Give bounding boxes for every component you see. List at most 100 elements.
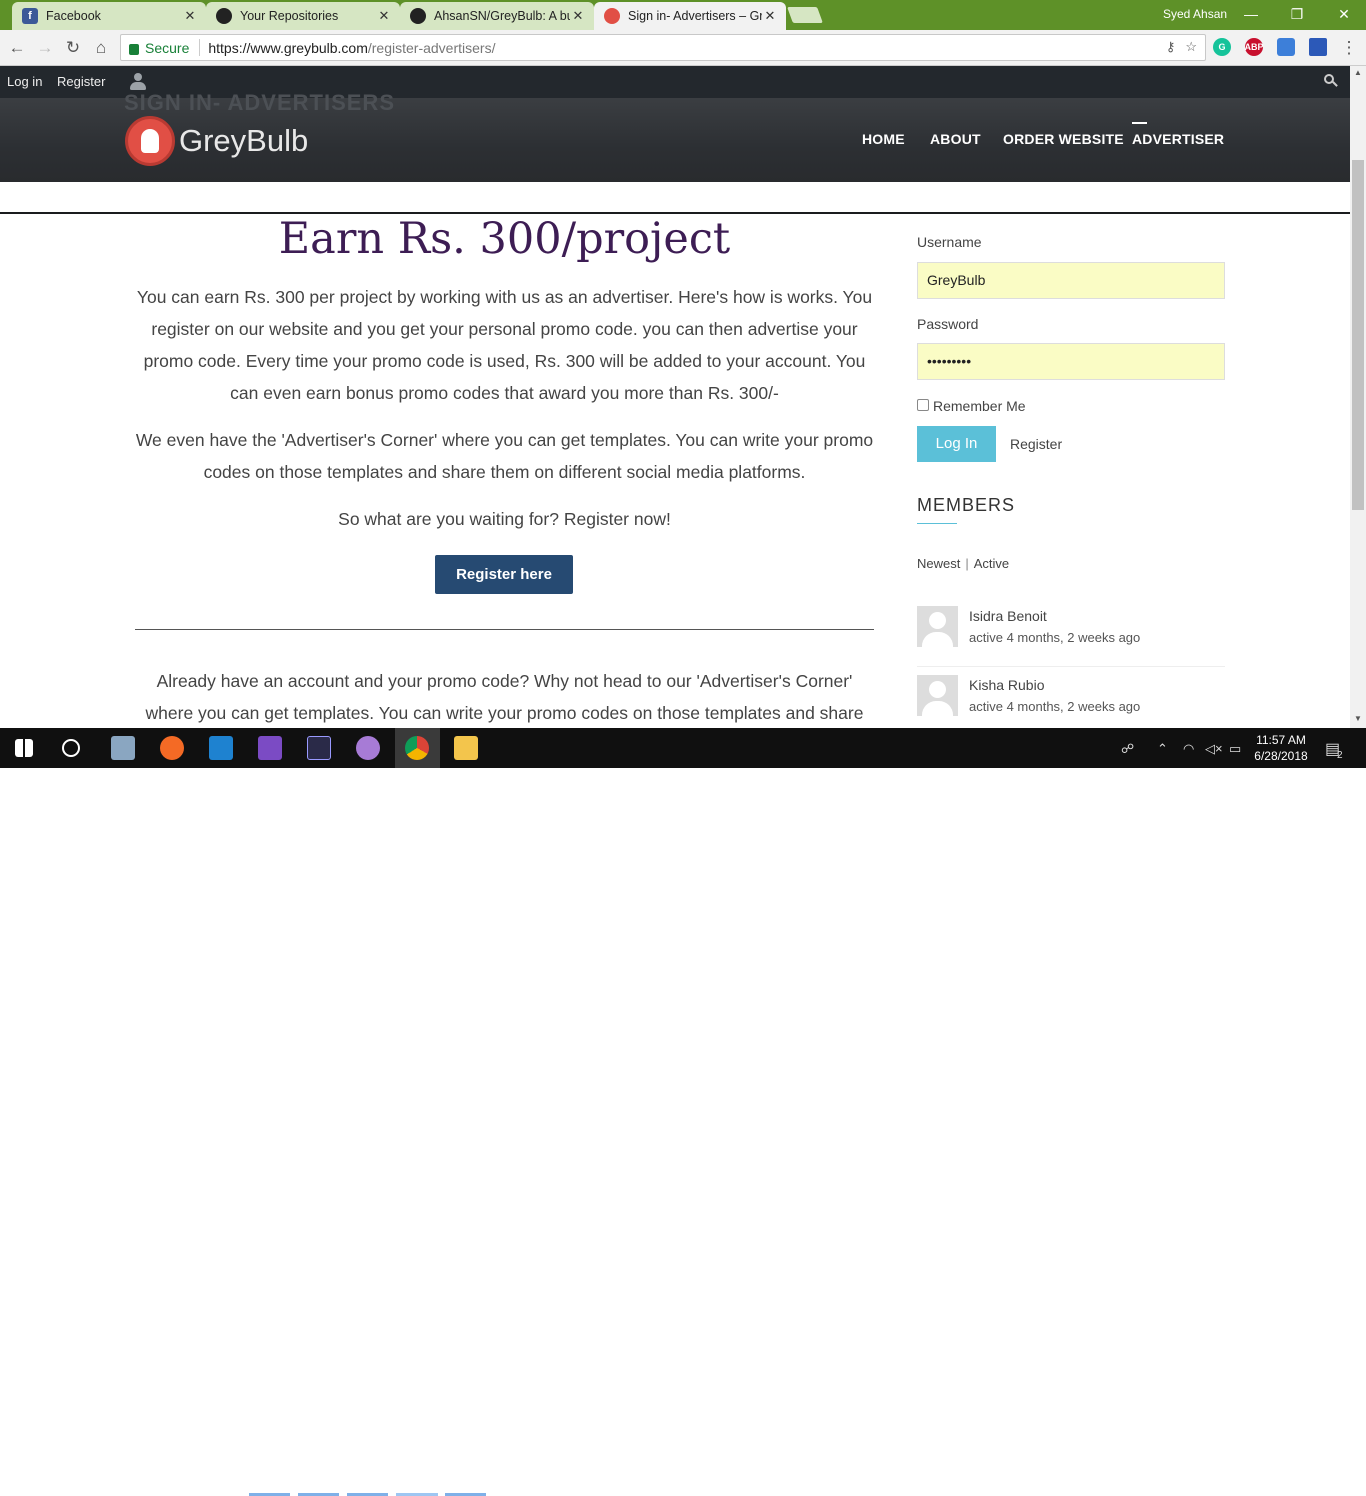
app-icon[interactable] xyxy=(209,736,233,760)
url-host: https://www.greybulb.com xyxy=(208,39,368,56)
windows-start-icon[interactable] xyxy=(15,739,33,757)
tab-title: Facebook xyxy=(46,9,101,23)
after-effects-icon[interactable] xyxy=(307,736,331,760)
nav-home[interactable]: HOME xyxy=(862,131,905,147)
page-title-ghost: SIGN IN- ADVERTISERS xyxy=(124,90,395,115)
nav-active-indicator xyxy=(1132,122,1147,124)
close-tab-icon[interactable]: ✕ xyxy=(376,8,392,24)
forward-icon[interactable]: → xyxy=(34,37,56,59)
tab-title: AhsanSN/GreyBulb: A bu xyxy=(434,9,570,23)
back-icon[interactable]: ← xyxy=(6,37,28,59)
nav-advertiser[interactable]: ADVERTISER xyxy=(1132,131,1224,147)
close-tab-icon[interactable]: ✕ xyxy=(570,8,586,24)
member-item[interactable]: Isidra Benoit active 4 months, 2 weeks a… xyxy=(917,606,1225,666)
clock-time: 11:57 AM xyxy=(1256,733,1306,747)
reload-icon[interactable]: ↻ xyxy=(62,37,84,59)
user-icon[interactable] xyxy=(130,73,146,91)
divider xyxy=(199,39,201,56)
people-icon[interactable]: ☍ xyxy=(1121,741,1134,757)
home-icon[interactable]: ⌂ xyxy=(90,37,112,59)
github-icon xyxy=(410,8,426,24)
wifi-icon[interactable]: ◠ xyxy=(1183,741,1194,757)
bulb-logo-icon xyxy=(125,116,175,166)
star-icon[interactable]: ☆ xyxy=(1185,39,1197,55)
battery-icon[interactable]: ▭ xyxy=(1229,741,1241,757)
url-text: https://www.greybulb.com/register-advert… xyxy=(208,40,495,56)
sidebar-register-link[interactable]: Register xyxy=(1010,436,1062,452)
remember-me-checkbox[interactable] xyxy=(917,399,929,411)
github-icon xyxy=(216,8,232,24)
existing-account-paragraph: Already have an account and your promo c… xyxy=(145,671,864,723)
tab-sign-in-advertisers[interactable]: Sign in- Advertisers – Gre ✕ xyxy=(594,2,786,30)
cta-paragraph: So what are you waiting for? Register no… xyxy=(338,509,671,529)
close-tab-icon[interactable]: ✕ xyxy=(182,8,198,24)
password-field[interactable]: ••••••••• xyxy=(917,343,1225,380)
file-explorer-icon[interactable] xyxy=(454,736,478,760)
omnibox-actions: ⚷ ☆ xyxy=(1166,39,1197,55)
divider xyxy=(135,629,874,630)
register-here-button[interactable]: Register here xyxy=(435,555,573,594)
member-activity: active 4 months, 2 weeks ago xyxy=(969,699,1141,714)
close-window-icon[interactable]: ✕ xyxy=(1334,4,1354,24)
members-tabs: Newest | Active xyxy=(917,556,1009,571)
nav-order-website[interactable]: ORDER WEBSITE xyxy=(1003,131,1124,147)
tab-your-repositories[interactable]: Your Repositories ✕ xyxy=(206,2,400,30)
tab-greybulb-repo[interactable]: AhsanSN/GreyBulb: A bu ✕ xyxy=(400,2,594,30)
visual-studio-icon[interactable] xyxy=(258,736,282,760)
scrollbar-thumb[interactable] xyxy=(1352,160,1364,510)
corner-paragraph: We even have the 'Advertiser's Corner' w… xyxy=(135,430,874,482)
security-label: Secure xyxy=(145,39,190,56)
password-label: Password xyxy=(917,316,979,332)
github-desktop-icon[interactable] xyxy=(356,736,380,760)
search-icon[interactable] xyxy=(1324,74,1338,88)
username-field[interactable]: GreyBulb xyxy=(917,262,1225,299)
adblock-icon[interactable]: ABP xyxy=(1245,38,1264,56)
restore-icon[interactable]: ❐ xyxy=(1287,4,1307,24)
extension-icon[interactable] xyxy=(1277,38,1295,56)
register-link[interactable]: Register xyxy=(57,74,105,89)
key-icon[interactable]: ⚷ xyxy=(1166,39,1176,55)
scroll-down-icon[interactable]: ▼ xyxy=(1350,712,1366,726)
member-item[interactable]: Kisha Rubio active 4 months, 2 weeks ago xyxy=(917,675,1225,728)
chevron-up-icon[interactable]: ⌃ xyxy=(1157,741,1168,757)
tab-separator: | xyxy=(965,556,969,571)
grammarly-icon[interactable]: G xyxy=(1213,38,1231,56)
login-button[interactable]: Log In xyxy=(917,426,996,462)
address-bar[interactable]: Secure https://www.greybulb.com/register… xyxy=(120,34,1206,61)
remember-me-label[interactable]: Remember Me xyxy=(933,398,1026,414)
browser-tab-strip: f Facebook ✕ Your Repositories ✕ AhsanSN… xyxy=(0,0,1366,30)
members-heading: MEMBERS xyxy=(917,495,1016,515)
notification-count: 2 xyxy=(1337,750,1343,761)
avatar[interactable] xyxy=(917,675,958,716)
cortana-icon[interactable] xyxy=(62,739,80,757)
scroll-up-icon[interactable]: ▲ xyxy=(1350,66,1366,80)
tab-newest[interactable]: Newest xyxy=(917,556,960,571)
logo-text: GreyBulb xyxy=(179,123,309,158)
menu-icon[interactable]: ⋮ xyxy=(1338,37,1360,59)
web-page: Log in Register SIGN IN- ADVERTISERS Gre… xyxy=(0,66,1350,728)
new-tab-button[interactable] xyxy=(787,7,823,23)
minimize-icon[interactable]: — xyxy=(1241,4,1261,24)
firefox-icon[interactable] xyxy=(160,736,184,760)
chrome-icon[interactable] xyxy=(405,736,429,760)
divider xyxy=(917,666,1225,667)
lock-icon xyxy=(129,44,139,55)
login-link[interactable]: Log in xyxy=(7,74,42,89)
profile-name[interactable]: Syed Ahsan xyxy=(1163,7,1227,21)
close-tab-icon[interactable]: ✕ xyxy=(762,8,778,24)
tab-active[interactable]: Active xyxy=(974,556,1009,571)
extension-icon[interactable] xyxy=(1309,38,1327,56)
member-name[interactable]: Isidra Benoit xyxy=(969,608,1047,624)
nav-about[interactable]: ABOUT xyxy=(930,131,981,147)
url-path: /register-advertisers/ xyxy=(367,39,496,56)
system-clock[interactable]: 11:57 AM 6/28/2018 xyxy=(1250,732,1312,764)
member-name[interactable]: Kisha Rubio xyxy=(969,677,1045,693)
avatar[interactable] xyxy=(917,606,958,647)
volume-icon[interactable]: ◁× xyxy=(1205,741,1223,757)
desktop-app-icon[interactable] xyxy=(111,736,135,760)
clock-date: 6/28/2018 xyxy=(1254,749,1308,763)
greybulb-icon xyxy=(604,8,620,24)
headline: Earn Rs. 300/project xyxy=(278,214,731,264)
site-logo[interactable]: GreyBulb xyxy=(125,116,308,166)
tab-facebook[interactable]: f Facebook ✕ xyxy=(12,2,206,30)
